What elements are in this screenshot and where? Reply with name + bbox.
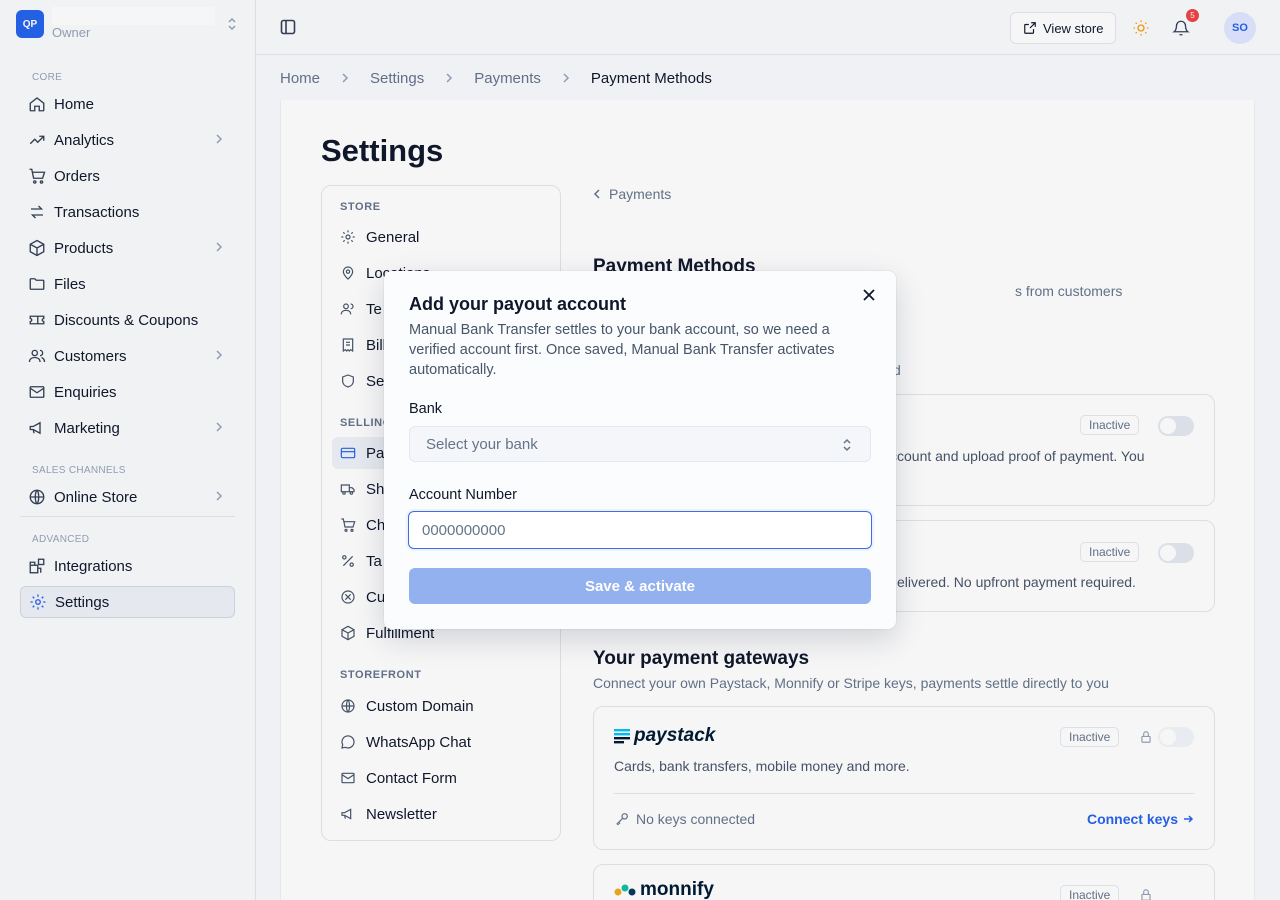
account-number-input[interactable]	[408, 511, 872, 549]
modal-description: Manual Bank Transfer settles to your ban…	[409, 322, 835, 378]
modal-title: Add your payout account	[409, 294, 627, 314]
bank-select-value: Select your bank	[426, 435, 538, 453]
close-icon[interactable]	[862, 288, 876, 302]
payout-account-dialog: Add your payout account Manual Bank Tran…	[384, 271, 896, 629]
save-activate-button[interactable]: Save & activate	[409, 568, 871, 604]
bank-label: Bank	[409, 401, 443, 417]
account-number-label: Account Number	[409, 487, 517, 503]
bank-select[interactable]: Select your bank	[409, 426, 871, 462]
chevron-up-down-icon	[842, 437, 852, 453]
